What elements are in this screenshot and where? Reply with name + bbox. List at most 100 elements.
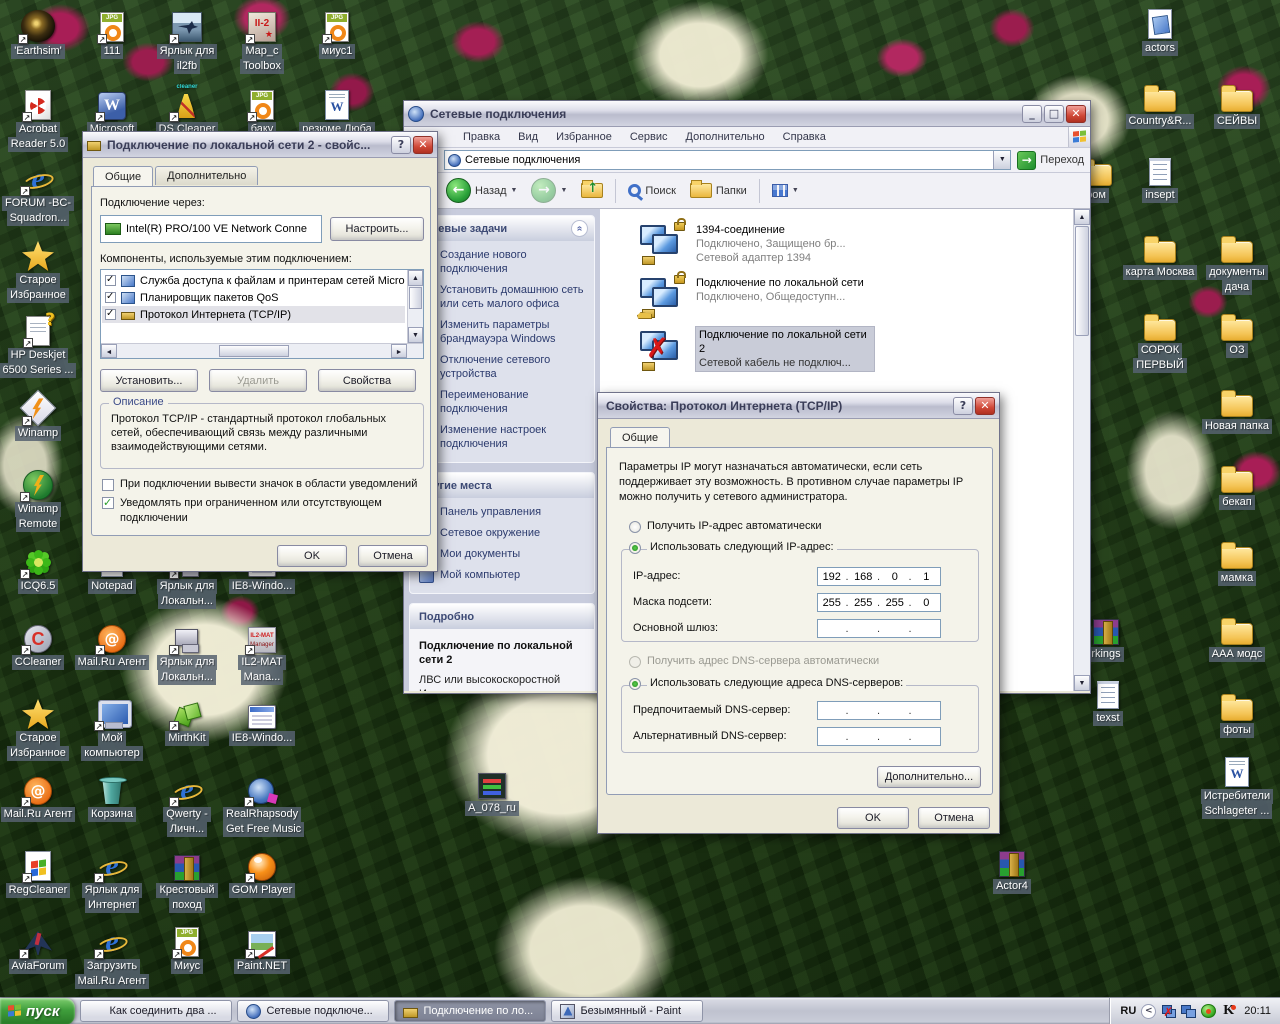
desktop-icon[interactable]: бекап	[1198, 457, 1276, 510]
up-button[interactable]: ↑	[575, 180, 609, 200]
details-header[interactable]: Подробно	[410, 604, 594, 629]
desktop-icon[interactable]: ↗ Winamp	[0, 388, 77, 441]
tab-advanced[interactable]: Дополнительно	[155, 166, 259, 185]
desktop-icon[interactable]: ↗ GOM Player	[223, 845, 301, 898]
component-checkbox[interactable]	[105, 274, 116, 286]
desktop-icon[interactable]: ↗HP Deskjet6500 Series ...	[0, 310, 77, 378]
desktop-icon[interactable]: ↗ MirthKit	[148, 693, 226, 746]
desktop-icon[interactable]: ↗ЗагрузитьMail.Ru Агент	[73, 921, 151, 989]
uninstall-button[interactable]: Удалить	[209, 369, 307, 392]
minimize-button[interactable]: _	[1022, 104, 1042, 123]
desktop-icon[interactable]: документы дача	[1198, 227, 1276, 295]
advanced-button[interactable]: Дополнительно...	[877, 766, 981, 788]
language-indicator[interactable]: RU	[1120, 1005, 1136, 1017]
desktop-icon[interactable]: ↗ Ярлык для il2fb	[148, 6, 226, 74]
scrollbar-thumb[interactable]	[409, 287, 422, 309]
desktop-icon[interactable]: ↗ 'Earthsim'	[0, 6, 77, 59]
vertical-scrollbar[interactable]: ▲ ▼	[1073, 209, 1090, 691]
properties-button[interactable]: Свойства	[318, 369, 416, 392]
desktop-icon[interactable]: ↗IL2-MATMana...	[223, 617, 301, 685]
component-row[interactable]: Планировщик пакетов QoS	[102, 289, 405, 306]
desktop-icon[interactable]: ↗111	[73, 6, 151, 59]
desktop-icon[interactable]: ↗ ICQ6.5	[0, 541, 77, 594]
desktop-icon[interactable]: Actor4	[973, 841, 1051, 894]
forward-button[interactable]: → ▼	[525, 176, 573, 205]
desktop-icon[interactable]: ↗ Acrobat Reader 5.0	[0, 84, 77, 152]
agent-tray-icon[interactable]	[1201, 1004, 1217, 1018]
show-icon-checkbox[interactable]	[102, 479, 114, 491]
menu-Справка[interactable]: Справка	[774, 131, 835, 143]
menu-Сервис[interactable]: Сервис	[621, 131, 677, 143]
other-place-item[interactable]: Панель управления	[419, 505, 590, 520]
connection-item[interactable]: 1394-соединение Подключено, Защищено бр..…	[640, 218, 1073, 265]
maximize-button[interactable]: □	[1044, 104, 1064, 123]
configure-button[interactable]: Настроить...	[330, 217, 424, 241]
desktop-icon[interactable]: ↗ Paint.NET	[223, 921, 301, 974]
auto-ip-radio[interactable]	[629, 521, 641, 533]
desktop-icon[interactable]: ↗Mail.Ru Агент	[73, 617, 151, 670]
desktop-icon[interactable]: ↗миус1	[298, 6, 376, 59]
desktop-icon[interactable]: ААА модс	[1198, 609, 1276, 662]
cancel-button[interactable]: Отмена	[358, 545, 428, 567]
scroll-left-icon[interactable]: ◄	[101, 344, 117, 358]
static-ip-radio[interactable]	[629, 542, 641, 554]
desktop-icon[interactable]: ↗Mail.Ru Агент	[0, 769, 77, 822]
connection-item[interactable]: ✗ Подключение по локальной сети 2 Сетевой …	[640, 326, 1073, 372]
scroll-down-icon[interactable]: ▼	[408, 327, 423, 343]
dialog-titlebar[interactable]: Свойства: Протокол Интернета (TCP/IP) ? …	[598, 393, 999, 419]
desktop-icon[interactable]: Старое Избранное	[0, 693, 77, 761]
desktop-icon[interactable]: A_078_ru	[453, 763, 531, 816]
desktop-icon[interactable]: ↗DS Cleaner	[148, 84, 226, 137]
views-button[interactable]: ▼	[766, 182, 805, 199]
desktop-icon[interactable]: мамка	[1198, 533, 1276, 586]
menu-Избранное[interactable]: Избранное	[547, 131, 621, 143]
antivirus-tray-icon[interactable]	[1221, 1004, 1237, 1018]
scroll-up-icon[interactable]: ▲	[408, 270, 423, 286]
tab-general[interactable]: Общие	[610, 427, 671, 447]
component-row[interactable]: Служба доступа к файлам и принтерам сете…	[102, 272, 405, 289]
desktop-icon[interactable]: Новая папка	[1198, 381, 1276, 434]
desktop-icon[interactable]: ↗Microsoft	[73, 84, 151, 137]
desktop-icon[interactable]: ↗ AviaForum	[0, 921, 77, 974]
help-button[interactable]: ?	[391, 135, 411, 154]
taskbar-task[interactable]: Безымянный - Paint	[551, 1000, 704, 1022]
desktop-icon[interactable]: insept	[1121, 150, 1199, 203]
go-button[interactable]: → Переход	[1017, 150, 1084, 170]
ok-button[interactable]: OK	[837, 807, 909, 829]
scroll-up-icon[interactable]: ▲	[1074, 209, 1090, 225]
network-task-item[interactable]: Переименование подключения	[419, 388, 590, 416]
close-button[interactable]: ✕	[1066, 104, 1086, 123]
desktop-icon[interactable]: Крестовый поход	[148, 845, 226, 913]
desktop-icon[interactable]: карта Москва	[1121, 227, 1199, 280]
install-button[interactable]: Установить...	[100, 369, 198, 392]
desktop-icon[interactable]: ↗FORUM -BC-Squadron...	[0, 158, 77, 226]
network-task-item[interactable]: Изменить параметры брандмауэра Windows	[419, 318, 590, 346]
desktop-icon[interactable]: фоты	[1198, 685, 1276, 738]
chevron-up-icon[interactable]: «	[571, 220, 588, 237]
other-place-item[interactable]: Мой компьютер	[419, 568, 590, 583]
desktop-icon[interactable]: резюме Люба	[298, 84, 376, 137]
window-titlebar[interactable]: Сетевые подключения _ □ ✕	[404, 101, 1090, 127]
desktop-icon[interactable]: ↗ RealRhapsody Get Free Music	[223, 769, 305, 837]
network-task-item[interactable]: Отключение сетевого устройства	[419, 353, 590, 381]
start-button[interactable]: пуск	[0, 997, 76, 1024]
desktop-icon[interactable]: actors	[1121, 3, 1199, 56]
taskbar-task[interactable]: Как соединить два ...	[80, 1000, 233, 1022]
preferred-dns-field[interactable]: ...	[817, 701, 941, 720]
other-place-item[interactable]: Сетевое окружение	[419, 526, 590, 541]
taskbar-task[interactable]: Сетевые подключе...	[237, 1000, 390, 1022]
components-hscrollbar[interactable]: ◄ ►	[101, 343, 423, 358]
taskbar-task[interactable]: Подключение по ло...	[394, 1000, 547, 1022]
desktop-icon[interactable]: ↗ Winamp Remote	[0, 464, 77, 532]
desktop-icon[interactable]: ↗ RegCleaner	[0, 845, 77, 898]
component-checkbox[interactable]	[105, 308, 116, 320]
desktop-icon[interactable]: IE8-Windo...	[223, 693, 301, 746]
tab-general[interactable]: Общие	[93, 166, 154, 186]
search-button[interactable]: Поиск	[622, 182, 681, 199]
close-button[interactable]: ✕	[975, 396, 995, 415]
network-task-item[interactable]: Установить домашнюю сеть или сеть малого…	[419, 283, 590, 311]
address-combo[interactable]: Сетевые подключения ▼	[444, 150, 1012, 170]
static-dns-radio[interactable]	[629, 678, 641, 690]
subnet-mask-field[interactable]: 255. 255. 255. 0	[817, 593, 941, 612]
component-row[interactable]: Протокол Интернета (TCP/IP)	[102, 306, 405, 323]
